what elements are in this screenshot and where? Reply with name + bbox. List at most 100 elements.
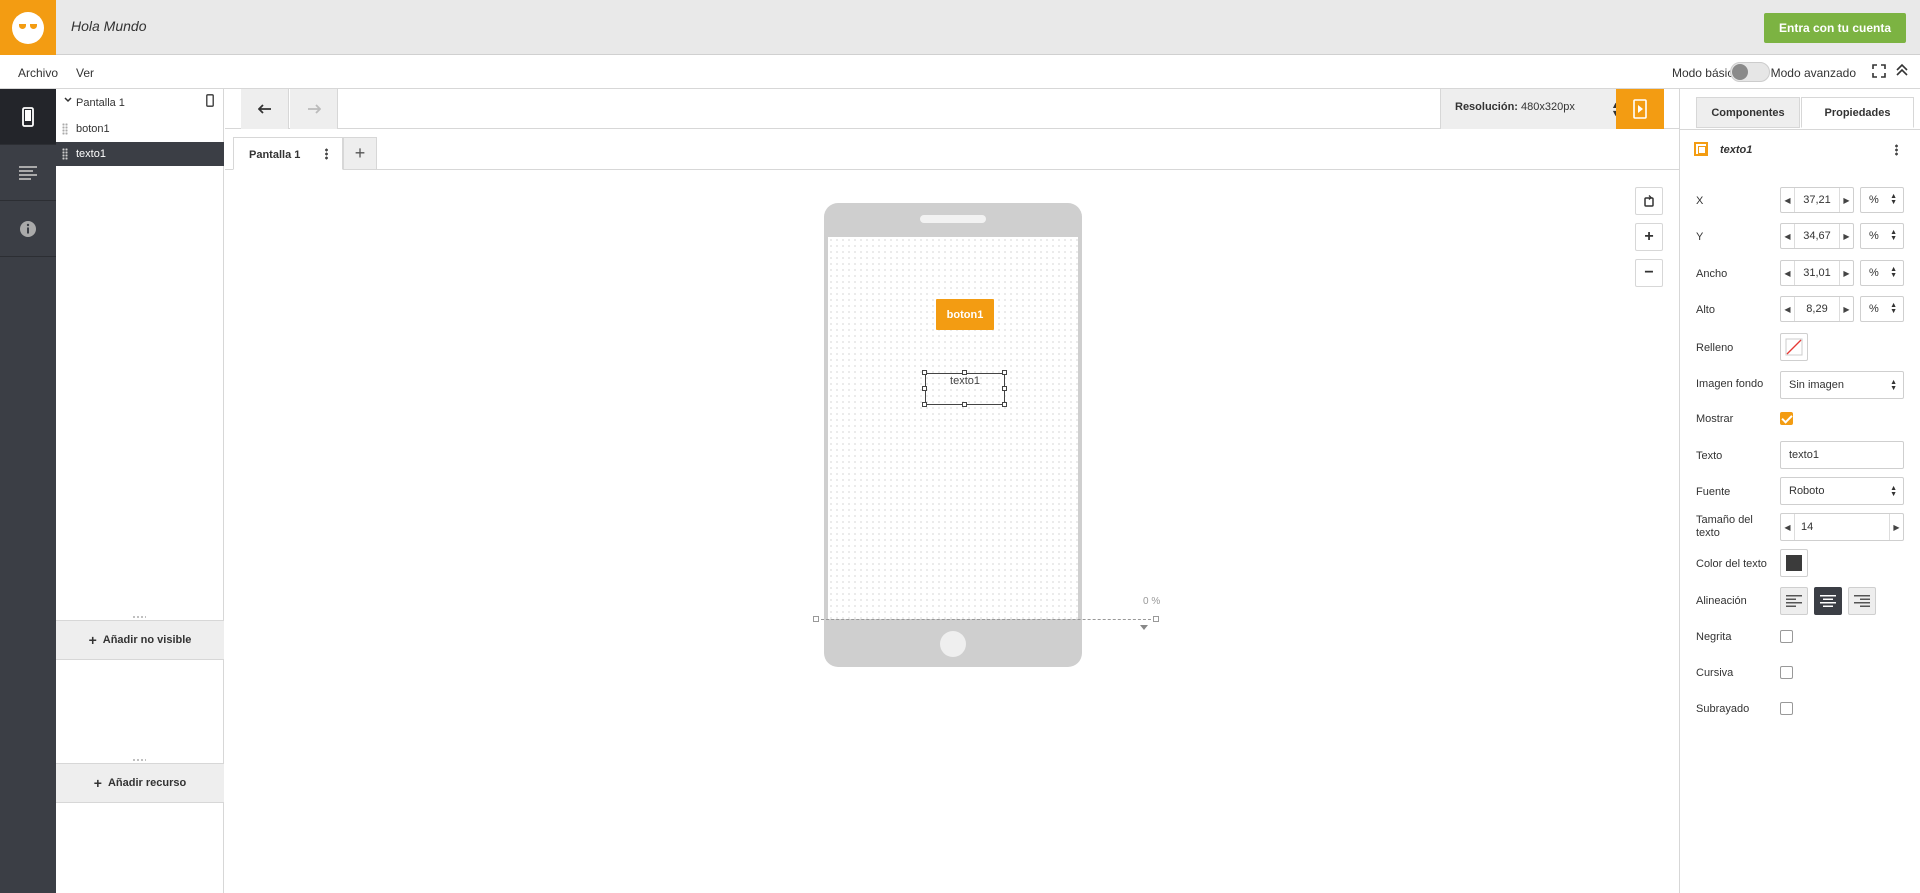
tab-menu-icon[interactable] (325, 148, 328, 160)
canvas-texto1[interactable]: texto1 (925, 373, 1005, 405)
collapse-up-icon[interactable] (1894, 62, 1910, 78)
resize-handle[interactable] (922, 370, 927, 375)
resize-grip[interactable] (132, 758, 146, 762)
decrement-icon[interactable]: ◀ (1781, 188, 1795, 212)
add-non-visible-button[interactable]: + Añadir no visible (56, 620, 224, 660)
scroll-limit-handle[interactable] (813, 616, 819, 622)
italic-checkbox[interactable] (1780, 666, 1793, 679)
text-input[interactable] (1780, 441, 1904, 469)
sidebar-blocks-button[interactable] (0, 145, 56, 201)
prop-height-unit[interactable]: % ▲ ▼ (1860, 296, 1904, 322)
caret-down-icon[interactable] (1140, 625, 1148, 630)
resize-handle[interactable] (962, 402, 967, 407)
redo-button[interactable] (290, 89, 338, 129)
tab-componentes[interactable]: Componentes (1696, 97, 1800, 128)
component-menu-icon[interactable] (1895, 144, 1898, 156)
zoom-in-button[interactable]: + (1635, 223, 1663, 251)
resize-handle[interactable] (922, 386, 927, 391)
increment-icon[interactable]: ▶ (1839, 261, 1853, 285)
tree-root-screen[interactable]: Pantalla 1 (56, 89, 224, 115)
bgimage-select[interactable]: Sin imagen ▲ ▼ (1780, 371, 1904, 399)
decrement-icon[interactable]: ◀ (1781, 224, 1795, 248)
undo-icon (257, 104, 271, 114)
scroll-limit-handle[interactable] (1153, 616, 1159, 622)
resolution-label: Resolución: (1455, 101, 1518, 113)
prop-x-value[interactable]: 37,21 (1795, 194, 1839, 206)
prop-x-unit[interactable]: % ▲ ▼ (1860, 187, 1904, 213)
app-logo[interactable] (0, 0, 56, 55)
scroll-limit-line[interactable] (816, 619, 1156, 620)
menu-archivo[interactable]: Archivo (18, 66, 58, 80)
drag-handle-icon[interactable] (62, 148, 68, 160)
prop-height-stepper[interactable]: ◀ 8,29 ▶ (1780, 296, 1854, 322)
resize-grip[interactable] (132, 615, 146, 619)
preview-button[interactable] (1616, 89, 1664, 129)
increment-icon[interactable]: ▶ (1839, 224, 1853, 248)
plus-icon: + (93, 775, 102, 791)
tab-pantalla-1[interactable]: Pantalla 1 (233, 137, 343, 170)
mode-toggle[interactable] (1730, 62, 1770, 82)
prop-width-unit[interactable]: % ▲ ▼ (1860, 260, 1904, 286)
font-value: Roboto (1789, 485, 1825, 497)
prop-height-value[interactable]: 8,29 (1795, 303, 1839, 315)
tree-item-texto1[interactable]: texto1 (56, 142, 224, 166)
decrement-icon[interactable]: ◀ (1781, 514, 1795, 540)
decrement-icon[interactable]: ◀ (1781, 261, 1795, 285)
drag-handle-icon[interactable] (62, 123, 68, 135)
tree-item-boton1[interactable]: boton1 (56, 117, 224, 141)
textsize-value[interactable]: 14 (1795, 521, 1889, 533)
resolution-select[interactable]: Resolución: 480x320px ▲▼ (1440, 89, 1630, 129)
canvas-boton1[interactable]: boton1 (936, 299, 994, 330)
chevron-down-icon[interactable] (64, 97, 72, 103)
minus-icon: − (1644, 264, 1654, 281)
decrement-icon[interactable]: ◀ (1781, 297, 1795, 321)
panel-tabs: Componentes Propiedades (1696, 97, 1914, 128)
show-checkbox[interactable] (1780, 412, 1793, 425)
up-down-icon: ▲▼ (1890, 229, 1897, 242)
underline-checkbox[interactable] (1780, 702, 1793, 715)
sidebar-info-button[interactable] (0, 201, 56, 257)
resize-handle[interactable] (1002, 370, 1007, 375)
resize-handle[interactable] (1002, 386, 1007, 391)
bold-checkbox[interactable] (1780, 630, 1793, 643)
rotate-icon (1644, 195, 1654, 207)
font-select[interactable]: Roboto ▲ ▼ (1780, 477, 1904, 505)
rotate-device-button[interactable] (1635, 187, 1663, 215)
menu-ver[interactable]: Ver (76, 66, 94, 80)
sidebar-screens-button[interactable] (0, 89, 56, 145)
text-color-picker[interactable] (1780, 549, 1808, 577)
increment-icon[interactable]: ▶ (1839, 297, 1853, 321)
prop-textsize-label: Tamaño del texto (1696, 514, 1753, 539)
zoom-out-button[interactable]: − (1635, 259, 1663, 287)
unit-value: % (1869, 303, 1879, 315)
increment-icon[interactable]: ▶ (1839, 188, 1853, 212)
undo-button[interactable] (241, 89, 289, 129)
fill-color-picker[interactable] (1780, 333, 1808, 361)
increment-icon[interactable]: ▶ (1889, 514, 1903, 540)
login-button[interactable]: Entra con tu cuenta (1763, 13, 1906, 43)
align-right-button[interactable] (1848, 587, 1876, 615)
add-screen-button[interactable]: + (343, 137, 377, 170)
prop-width-stepper[interactable]: ◀ 31,01 ▶ (1780, 260, 1854, 286)
prop-y-value[interactable]: 34,67 (1795, 230, 1839, 242)
phone-screen[interactable]: boton1 texto1 (828, 237, 1078, 619)
prop-x-stepper[interactable]: ◀ 37,21 ▶ (1780, 187, 1854, 213)
prop-y-unit[interactable]: % ▲ ▼ (1860, 223, 1904, 249)
prop-height-label: Alto (1696, 304, 1715, 316)
tab-propiedades[interactable]: Propiedades (1801, 97, 1914, 128)
fullscreen-icon[interactable] (1872, 64, 1886, 78)
unit-value: % (1869, 230, 1879, 242)
resize-handle[interactable] (1002, 402, 1007, 407)
align-left-button[interactable] (1780, 587, 1808, 615)
textsize-stepper[interactable]: ◀ 14 ▶ (1780, 513, 1904, 541)
resize-handle[interactable] (922, 402, 927, 407)
resize-handle[interactable] (962, 370, 967, 375)
add-resource-button[interactable]: + Añadir recurso (56, 763, 224, 803)
prop-width-value[interactable]: 31,01 (1795, 267, 1839, 279)
design-canvas[interactable]: boton1 texto1 0 % + − (225, 170, 1679, 893)
project-title[interactable]: Hola Mundo (71, 18, 147, 34)
align-right-icon (1854, 595, 1870, 607)
prop-y-stepper[interactable]: ◀ 34,67 ▶ (1780, 223, 1854, 249)
align-center-button[interactable] (1814, 587, 1842, 615)
up-down-icon: ▲▼ (1890, 266, 1897, 279)
